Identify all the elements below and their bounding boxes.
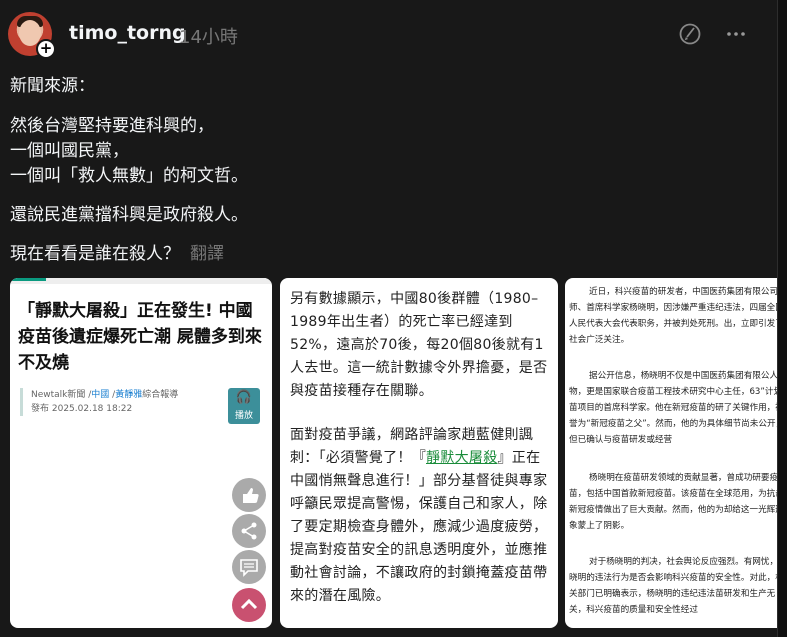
post-text-last: 現在看看是誰在殺人？ bbox=[10, 244, 180, 264]
post-panel: + timo_torng 14小時 新聞來源： 然後台灣堅持要進科興的， 一個叫… bbox=[0, 0, 778, 637]
comment-icon bbox=[232, 550, 266, 584]
share-icon bbox=[232, 514, 266, 548]
follow-plus-icon[interactable]: + bbox=[36, 39, 56, 59]
post-text-line: 一個叫「救人無數」的柯文哲。 bbox=[10, 166, 248, 186]
scrollbar[interactable] bbox=[778, 0, 787, 637]
more-options-icon[interactable] bbox=[724, 22, 748, 46]
headphones-icon: 🎧 bbox=[235, 390, 253, 405]
post-text-line: 新聞來源： bbox=[10, 76, 95, 96]
post-text-line: 然後台灣堅持要進科興的， bbox=[10, 116, 214, 136]
article-paragraph-part: 』正在中國悄無聲息進行！」部分基督徒與專家呼籲民眾提高警惕，保護自己和家人，除了… bbox=[290, 450, 548, 604]
chevron-up-icon bbox=[232, 588, 266, 622]
article-paragraph: 杨晓明在疫苗研发领域的贡献显著，曾成功研要疫苗，包括中国首款新冠疫苗。该疫苗在全… bbox=[569, 473, 778, 531]
listen-button: 🎧 播放 bbox=[228, 388, 260, 424]
news-screenshot-3[interactable]: 近日，科兴疫苗的研发者，中国医药集团有限公司程师、首席科学家杨晓明，因涉嫌严重违… bbox=[565, 278, 778, 628]
news-screenshot-1[interactable]: 「靜默大屠殺」正在發生! 中國疫苗後遺症爆死亡潮 屍體多到來不及燒 Newtal… bbox=[10, 278, 272, 628]
article-paragraph: 据公开信息，杨晓明不仅是中国医药集团有限公人物，更是国家联合疫苗工程技术研究中心… bbox=[569, 371, 778, 445]
article-paragraph: 对于杨晓明的判决，社会舆论反应强烈。有网忧，杨晓明的违法行为是否会影响科兴疫苗的… bbox=[569, 557, 778, 615]
post-text-line: 還說民進黨擋科興是政府殺人。 bbox=[10, 205, 248, 225]
article-author: 黃靜雅 bbox=[115, 390, 143, 400]
listen-label: 播放 bbox=[234, 411, 253, 421]
news-screenshot-2[interactable]: 另有數據顯示，中國80後群體（1980–1989年出生者）的死亡率已經達到52%… bbox=[280, 278, 558, 628]
progress-bar bbox=[10, 278, 272, 284]
article-paragraph: 近日，科兴疫苗的研发者，中国医药集团有限公司程师、首席科学家杨晓明，因涉嫌严重违… bbox=[569, 287, 778, 345]
edit-icon[interactable] bbox=[678, 22, 702, 46]
article-author-suffix: 綜合報導 bbox=[142, 390, 179, 400]
article-paragraph: 另有數據顯示，中國80後群體（1980–1989年出生者）的死亡率已經達到52%… bbox=[290, 291, 548, 399]
post-text-line: 現在看看是誰在殺人？ 翻譯 bbox=[10, 242, 224, 267]
article-source: Newtalk新聞 bbox=[31, 390, 86, 400]
translate-link[interactable]: 翻譯 bbox=[190, 244, 224, 264]
thumbs-up-icon bbox=[232, 478, 266, 512]
article-date: 發布 2025.02.18 18:22 bbox=[31, 404, 133, 414]
article-title: 「靜默大屠殺」正在發生! 中國疫苗後遺症爆死亡潮 屍體多到來不及燒 bbox=[18, 301, 262, 373]
username[interactable]: timo_torng bbox=[69, 22, 186, 44]
article-meta: Newtalk新聞 /中國 /黃靜雅綜合報導 發布 2025.02.18 18:… bbox=[20, 388, 178, 416]
post-header: + timo_torng 14小時 bbox=[8, 12, 770, 59]
article-byline: Newtalk新聞 /中國 /黃靜雅綜合報導 bbox=[31, 390, 179, 400]
article-section: 中國 bbox=[91, 390, 110, 400]
post-text-line: 一個叫國民黨， bbox=[10, 141, 129, 161]
article-link: 靜默大屠殺 bbox=[426, 450, 498, 466]
article-paragraph: 面對疫苗爭議，網路評論家趙藍健則諷刺：「必須警覺了！『靜默大屠殺』正在中國悄無聲… bbox=[290, 424, 548, 608]
image-carousel[interactable]: 「靜默大屠殺」正在發生! 中國疫苗後遺症爆死亡潮 屍體多到來不及燒 Newtal… bbox=[10, 278, 778, 628]
post-time: 14小時 bbox=[179, 27, 238, 48]
